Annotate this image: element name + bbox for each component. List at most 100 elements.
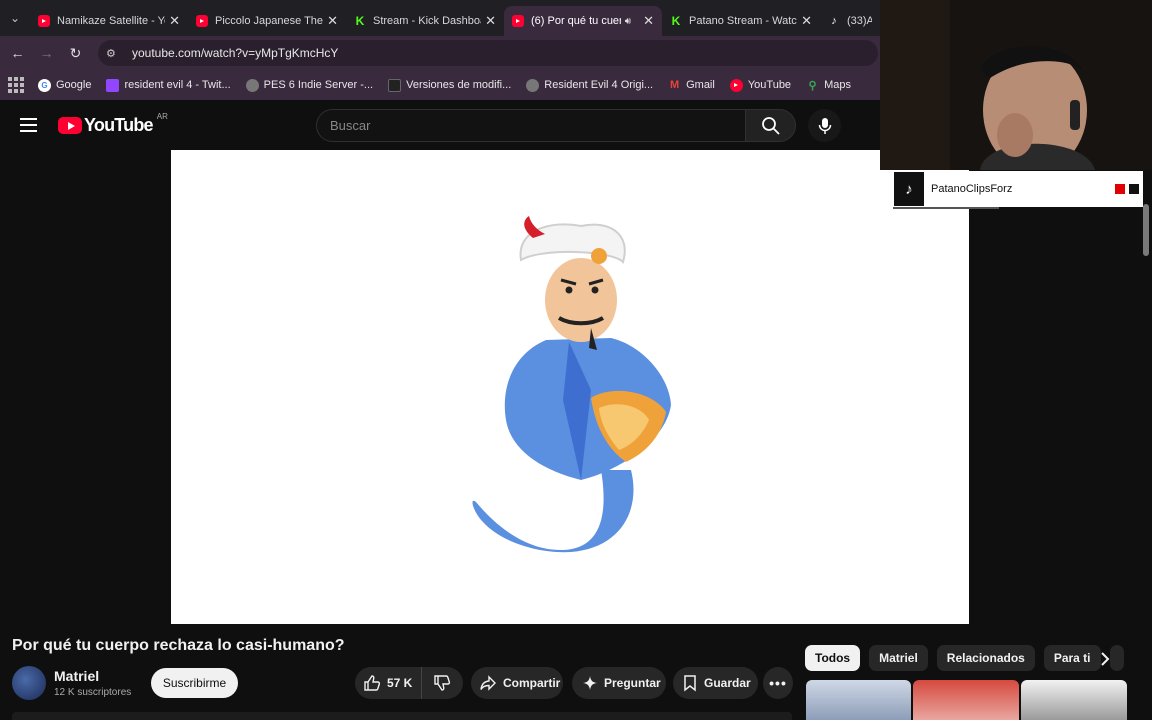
bookmark-google[interactable]: G Google	[38, 78, 92, 92]
tab-active-video[interactable]: (6) Por qué tu cuerp 🔊︎ ✕	[504, 6, 662, 36]
subscriber-count: 12 K suscriptores	[54, 687, 132, 698]
tab-namikaze[interactable]: Namikaze Satellite - You ✕	[30, 6, 188, 36]
kick-icon: K	[671, 14, 681, 28]
tiktok-username-banner: ♪ PatanoClipsForz	[893, 171, 1143, 207]
voice-search-button[interactable]	[808, 109, 841, 142]
chip-all[interactable]: Todos	[805, 645, 861, 671]
tab-search-icon[interactable]: ⌄	[0, 0, 30, 36]
site-settings-icon[interactable]: ⚙	[106, 47, 124, 60]
subscribe-button[interactable]: Suscribirme	[151, 668, 238, 698]
bookmark-re4-original[interactable]: Resident Evil 4 Origi...	[526, 78, 654, 92]
bookmark-label: Versiones de modifi...	[406, 79, 512, 91]
thumbs-down-icon	[434, 675, 451, 691]
back-arrow-icon[interactable]: ←	[3, 38, 32, 68]
video-title: Por qué tu cuerpo rechaza lo casi-humano…	[12, 637, 345, 654]
tiktok-username: PatanoClipsForz	[931, 183, 1013, 195]
channel-name[interactable]: Matriel	[54, 668, 99, 684]
save-button[interactable]: Guardar	[673, 667, 758, 699]
ask-button[interactable]: Preguntar	[572, 667, 666, 699]
thumbs-up-icon	[364, 675, 381, 691]
chip-for-you[interactable]: Para ti	[1043, 645, 1101, 671]
bookmark-maps[interactable]: ⚲ Maps	[806, 79, 851, 92]
country-code: AR	[156, 112, 168, 121]
bookmark-label: PES 6 Indie Server -...	[263, 79, 374, 91]
tiktok-icon: ♪	[831, 15, 837, 27]
search-icon	[761, 116, 780, 135]
bookmark-icon	[684, 675, 696, 692]
tab-label: Patano Stream - Watch	[689, 15, 798, 27]
forward-arrow-icon[interactable]: →	[32, 38, 61, 68]
black-square-icon	[1129, 184, 1139, 194]
youtube-icon	[196, 15, 208, 27]
tab-kick-dashboard[interactable]: K Stream - Kick Dashboard ✕	[346, 6, 504, 36]
chip-related[interactable]: Relacionados	[936, 645, 1035, 671]
bookmark-gmail[interactable]: M Gmail	[668, 79, 715, 92]
scrollbar-thumb[interactable]	[1143, 204, 1149, 256]
recommended-thumbnail[interactable]	[913, 680, 1019, 720]
dislike-button[interactable]	[422, 667, 462, 699]
bookmarks-bar: G Google resident evil 4 - Twit... PES 6 …	[0, 70, 880, 100]
more-actions-button[interactable]: •••	[763, 667, 793, 699]
menu-icon[interactable]	[20, 118, 37, 132]
tab-tiktok[interactable]: ♪ (33)Apa	[820, 6, 880, 36]
tiktok-icon: ♪	[894, 172, 924, 206]
chevron-right-icon[interactable]	[1097, 651, 1117, 671]
search-input[interactable]: Buscar	[316, 109, 745, 142]
search-button[interactable]	[745, 109, 796, 142]
speaker-icon[interactable]: 🔊︎	[625, 16, 631, 27]
close-icon[interactable]: ✕	[643, 13, 654, 29]
bookmark-label: Google	[56, 79, 92, 91]
screen: ⌄ Namikaze Satellite - You ✕ Piccolo Jap…	[0, 0, 1152, 720]
video-player[interactable]	[171, 150, 969, 624]
like-button[interactable]: 57 K	[355, 667, 422, 699]
close-icon[interactable]: ✕	[327, 13, 338, 29]
twitch-icon	[106, 78, 120, 92]
tab-label: (33)Apa	[847, 15, 872, 27]
youtube-play-icon	[58, 117, 82, 134]
url-text: youtube.com/watch?v=yMpTgKmcHcY	[132, 46, 339, 60]
like-dislike-group: 57 K	[355, 667, 463, 699]
tab-patano-stream[interactable]: K Patano Stream - Watch ✕	[662, 6, 820, 36]
channel-avatar[interactable]	[12, 666, 46, 700]
close-icon[interactable]: ✕	[169, 13, 180, 29]
recommended-thumbnail[interactable]	[1021, 680, 1127, 720]
bookmark-label: Gmail	[686, 79, 715, 91]
bookmark-pes6[interactable]: PES 6 Indie Server -...	[245, 78, 374, 92]
google-icon: G	[38, 78, 51, 92]
bookmark-versiones[interactable]: Versiones de modifi...	[388, 78, 512, 92]
microphone-icon	[818, 117, 831, 134]
apps-grid-icon[interactable]	[8, 77, 24, 93]
youtube-icon	[38, 15, 50, 27]
reload-icon[interactable]: ↻	[61, 38, 90, 68]
genie-illustration	[472, 216, 671, 553]
tab-label: Namikaze Satellite - You	[57, 15, 166, 27]
youtube-icon	[512, 15, 524, 27]
address-bar[interactable]: ⚙ youtube.com/watch?v=yMpTgKmcHcY	[98, 40, 878, 66]
close-icon[interactable]: ✕	[485, 13, 496, 29]
tab-piccolo[interactable]: Piccolo Japanese Them ✕	[188, 6, 346, 36]
share-icon	[480, 675, 496, 691]
banner-underline	[893, 207, 999, 209]
recommended-thumbnail[interactable]	[806, 680, 911, 720]
share-button[interactable]: Compartir	[471, 667, 563, 699]
ask-label: Preguntar	[604, 676, 661, 690]
tab-strip: ⌄ Namikaze Satellite - You ✕ Piccolo Jap…	[0, 0, 880, 36]
more-dots-icon: •••	[769, 675, 787, 691]
bookmark-youtube[interactable]: YouTube	[729, 78, 791, 92]
tab-label: Stream - Kick Dashboard	[373, 15, 481, 27]
like-count: 57 K	[387, 676, 413, 690]
page-scrollbar[interactable]	[1142, 150, 1150, 720]
logo-wordmark: YouTube	[84, 115, 154, 135]
site-icon	[388, 78, 402, 92]
youtube-logo[interactable]: YouTube AR	[58, 112, 168, 136]
bookmark-label: resident evil 4 - Twit...	[124, 79, 231, 91]
share-label: Compartir	[503, 676, 561, 690]
globe-icon	[526, 78, 540, 92]
chip-channel[interactable]: Matriel	[869, 645, 928, 671]
tab-label: Piccolo Japanese Them	[215, 15, 324, 27]
bookmark-twitch-re4[interactable]: resident evil 4 - Twit...	[106, 78, 231, 92]
bookmark-label: Resident Evil 4 Origi...	[544, 79, 654, 91]
youtube-icon	[729, 78, 743, 92]
close-icon[interactable]: ✕	[801, 13, 812, 29]
bookmark-label: Maps	[824, 79, 851, 91]
